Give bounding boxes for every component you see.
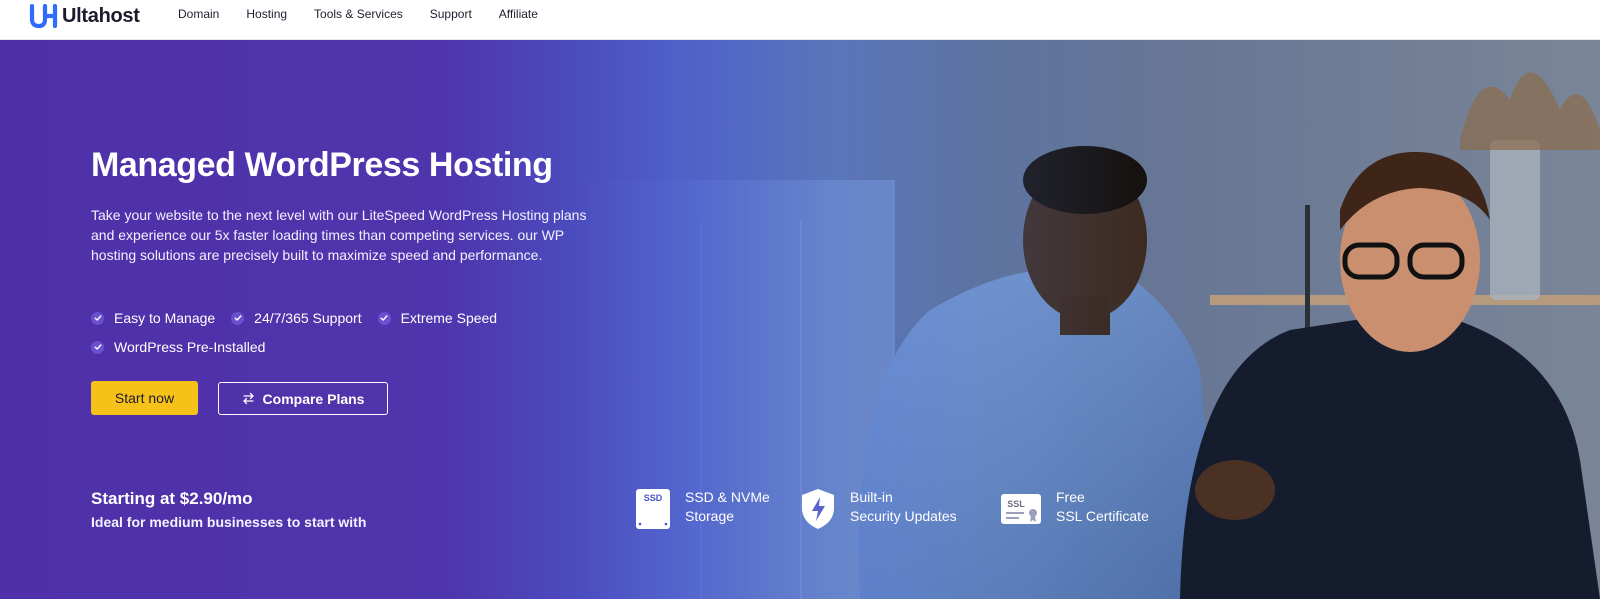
ultahost-logo[interactable]: Ultahost	[29, 4, 140, 28]
feature-item: 24/7/365 Support	[231, 310, 362, 326]
logo-text: Ultahost	[62, 4, 140, 27]
ssl-icon-label: SSL	[1007, 499, 1025, 509]
checkmark-icon	[231, 311, 245, 325]
badge-text: SSD & NVMe Storage	[685, 488, 770, 526]
checkmark-icon	[377, 311, 391, 325]
hero-section: Managed WordPress Hosting Take your webs…	[0, 40, 1600, 599]
feature-row: WordPress Pre-Installed	[91, 338, 651, 356]
main-menu: Domain Hosting Tools & Services Support …	[178, 7, 565, 21]
nav-link-support[interactable]: Support	[430, 7, 472, 21]
badge-line2: SSL Certificate	[1056, 508, 1149, 524]
badge-line1: Free	[1056, 489, 1085, 505]
ssd-icon-label: SSD	[644, 493, 663, 503]
feature-item: WordPress Pre-Installed	[91, 339, 265, 355]
checkmark-icon	[91, 340, 104, 354]
badge-line2: Security Updates	[850, 508, 957, 524]
feature-label: Easy to Manage	[114, 310, 216, 326]
hero-description: Take your website to the next level with…	[91, 207, 587, 263]
ultahost-logo-icon	[29, 4, 58, 28]
badge-text: Built-in Security Updates	[850, 488, 957, 526]
start-now-button[interactable]: Start now	[91, 381, 198, 415]
ssd-icon: SSD	[636, 489, 670, 529]
feature-row: Easy to Manage 24/7/365 Support Extreme …	[91, 309, 651, 327]
feature-item: Easy to Manage	[91, 310, 215, 326]
checkmark-icon	[91, 311, 104, 325]
feature-list: Easy to Manage 24/7/365 Support Extreme …	[91, 309, 651, 367]
badge-security-updates: Built-in Security Updates	[800, 488, 957, 530]
badge-ssl-certificate: SSL Free SSL Certificate	[1000, 488, 1149, 530]
ssl-certificate-icon: SSL	[1001, 494, 1041, 524]
nav-link-affiliate[interactable]: Affiliate	[499, 7, 538, 21]
badge-text: Free SSL Certificate	[1056, 488, 1149, 526]
badge-line1: SSD & NVMe	[685, 489, 770, 505]
badge-line2: Storage	[685, 508, 735, 524]
hero-content: Managed WordPress Hosting Take your webs…	[0, 40, 1600, 599]
swap-arrows-icon	[242, 392, 254, 405]
compare-plans-label: Compare Plans	[262, 390, 365, 407]
badge-ssd-storage: SSD SSD & NVMe Storage	[635, 488, 770, 530]
nav-link-tools-services[interactable]: Tools & Services	[314, 7, 403, 21]
price-subtitle: Ideal for medium businesses to start wit…	[91, 514, 367, 530]
feature-label: Extreme Speed	[400, 310, 498, 326]
nav-link-hosting[interactable]: Hosting	[246, 7, 287, 21]
hero-title: Managed WordPress Hosting	[91, 146, 553, 184]
shield-bolt-icon	[802, 489, 834, 529]
nav-link-domain[interactable]: Domain	[178, 7, 219, 21]
feature-item: Extreme Speed	[377, 310, 498, 326]
top-navigation-bar: Ultahost Domain Hosting Tools & Services…	[0, 0, 1600, 40]
feature-label: 24/7/365 Support	[254, 310, 362, 326]
feature-label: WordPress Pre-Installed	[114, 339, 266, 355]
compare-plans-button[interactable]: Compare Plans	[218, 382, 388, 415]
price-title: Starting at $2.90/mo	[91, 489, 253, 508]
badge-line1: Built-in	[850, 489, 893, 505]
